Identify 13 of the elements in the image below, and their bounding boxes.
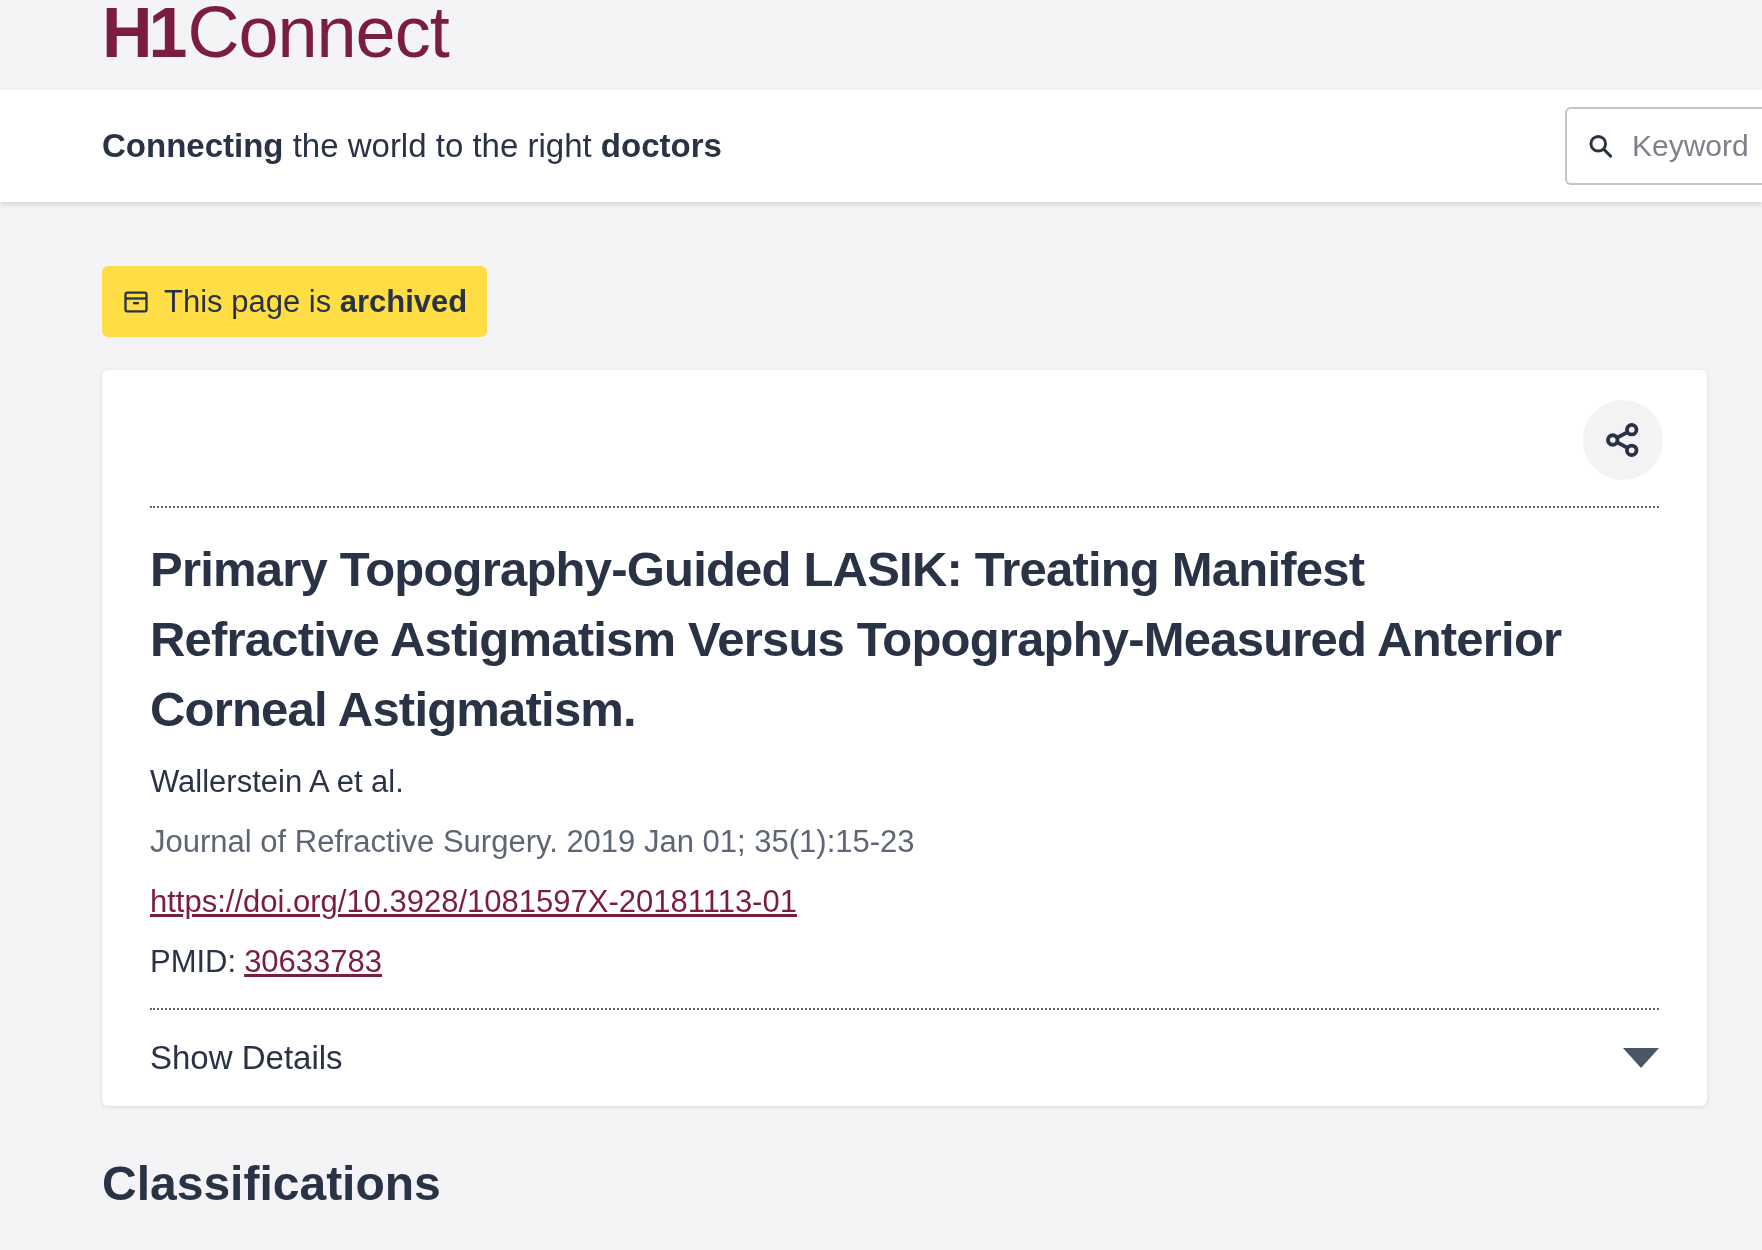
journal-citation: Journal of Refractive Surgery. 2019 Jan 01; 35(1):15-23 (150, 823, 916, 861)
pmid-label: PMID: (150, 943, 237, 981)
doi-link[interactable]: https://doi.org/10.3928/1081597X-20181113-01 (150, 882, 797, 922)
article-title: Primary Topography-Guided LASIK: Treating Manifest Refractive Astigmatism Versus Topography-Measured Anterior Corneal Astigmatism. (150, 541, 1563, 738)
search-field[interactable]: Keyword (1565, 107, 1762, 185)
article-authors: Wallerstein A et al. (150, 763, 405, 801)
caret-icon (1623, 1048, 1659, 1068)
tagline: Connecting the world to the right doctors (102, 127, 722, 165)
archived-text: This page is archived (164, 283, 468, 320)
show-details-toggle[interactable]: Show Details (150, 1010, 1659, 1106)
h1connect-logo[interactable]: H1Connect (102, 0, 449, 65)
section-heading: Classifications (102, 1156, 441, 1211)
pmid-link[interactable]: 30633783 (244, 942, 383, 982)
